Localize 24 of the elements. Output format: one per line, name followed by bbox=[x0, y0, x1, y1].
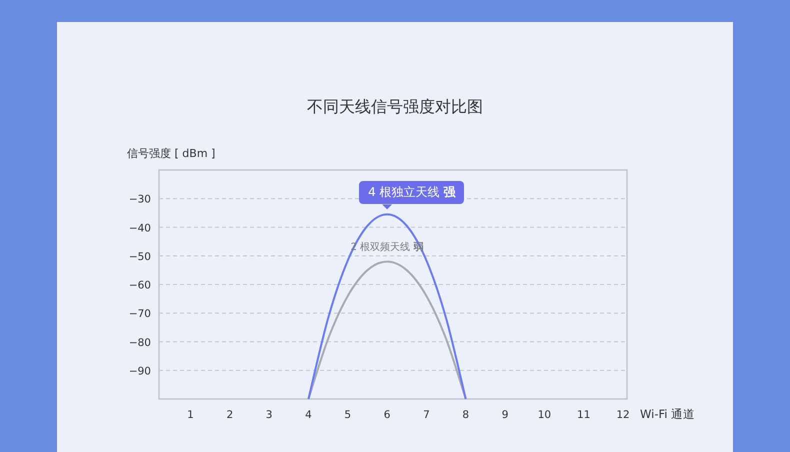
y-tick-label: −50 bbox=[128, 250, 151, 263]
x-tick-label: 11 bbox=[577, 409, 590, 421]
x-tick-label: 4 bbox=[305, 409, 312, 421]
x-tick-label: 3 bbox=[266, 409, 272, 421]
y-tick-label: −40 bbox=[128, 222, 151, 234]
x-tick-label: 2 bbox=[226, 409, 234, 421]
callout-pointer-icon bbox=[382, 204, 392, 210]
chart-title: 不同天线信号强度对比图 bbox=[306, 96, 484, 118]
y-tick-label: −70 bbox=[128, 308, 151, 320]
y-axis-label: 信号强度 [ dBm ] bbox=[127, 147, 216, 160]
x-tick-label: 9 bbox=[502, 409, 508, 421]
y-tick-label: −90 bbox=[128, 365, 151, 378]
x-tick-label: 6 bbox=[384, 409, 390, 421]
x-tick-label: 1 bbox=[187, 409, 194, 421]
x-tick-label: 8 bbox=[462, 409, 470, 421]
x-axis-label: Wi-Fi 通道 bbox=[640, 407, 696, 421]
y-tick-label: −60 bbox=[128, 280, 151, 292]
y-tick-label: −30 bbox=[128, 194, 151, 206]
x-tick-label: 7 bbox=[423, 409, 430, 421]
x-tick-label: 5 bbox=[344, 409, 352, 421]
x-tick-label: 12 bbox=[616, 409, 630, 421]
callout-label: 4 根独立天线 强 bbox=[359, 181, 464, 204]
y-tick-label: −80 bbox=[128, 336, 151, 349]
x-tick-label: 10 bbox=[538, 409, 552, 421]
